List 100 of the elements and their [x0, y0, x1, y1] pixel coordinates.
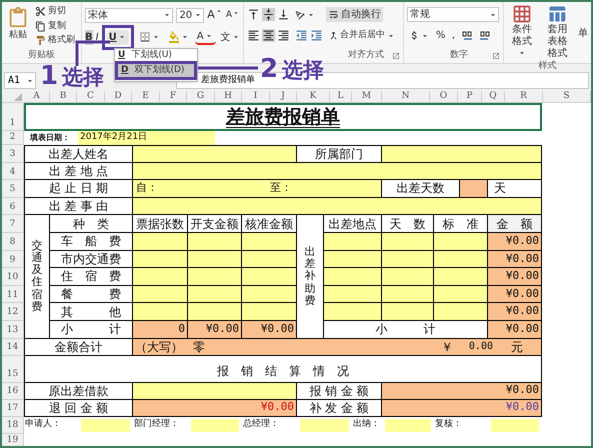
paste-button[interactable]: 粘贴: [5, 5, 31, 49]
table-cell: ¥0.00: [488, 286, 542, 304]
column-header[interactable]: N: [382, 91, 430, 102]
column-header[interactable]: Q: [482, 91, 505, 102]
signature-field: [300, 418, 349, 432]
row-header[interactable]: 18: [2, 416, 24, 434]
signature-label: 申请人：: [24, 418, 62, 432]
button-label: 表格格式: [546, 36, 568, 60]
percent-button[interactable]: %: [436, 28, 446, 43]
clipboard-icon: [7, 7, 29, 29]
grow-font-button[interactable]: A: [207, 7, 223, 24]
row-header[interactable]: 12: [2, 303, 24, 321]
row-header[interactable]: 7: [2, 215, 24, 233]
underline-button[interactable]: U: [106, 30, 129, 44]
signature-label: 总经理：: [242, 418, 280, 432]
phonetic-button[interactable]: 文: [218, 30, 243, 44]
row-header[interactable]: 5: [2, 180, 24, 198]
shrink-font-button[interactable]: A: [226, 8, 240, 22]
dialog-launcher-icon[interactable]: [492, 52, 500, 60]
column-header[interactable]: I: [242, 91, 270, 102]
row-header[interactable]: 4: [2, 162, 24, 180]
table-cell: ¥0.00: [188, 320, 242, 339]
format-painter-button[interactable]: 格式刷: [35, 34, 75, 48]
increase-decimal-icon[interactable]: [462, 30, 474, 41]
wrap-icon: [328, 9, 339, 20]
indent-decrease-icon[interactable]: [295, 29, 308, 42]
conditional-format-button[interactable]: 条件格式: [507, 4, 536, 60]
column-header[interactable]: G: [187, 91, 215, 102]
italic-button[interactable]: I: [96, 30, 99, 44]
dialog-launcher-icon[interactable]: [392, 52, 400, 60]
indent-increase-icon[interactable]: [310, 29, 323, 42]
name-box[interactable]: A1: [4, 72, 36, 89]
row-header[interactable]: 6: [2, 198, 24, 216]
align-left-icon[interactable]: [247, 29, 260, 42]
table-cell: 0: [133, 320, 188, 339]
row-header[interactable]: 19: [2, 434, 24, 446]
cut-button[interactable]: 剪切: [35, 5, 75, 18]
row-header[interactable]: 15: [2, 356, 24, 383]
menu-item[interactable]: U 下划线(U): [115, 50, 197, 61]
row-header[interactable]: 10: [2, 268, 24, 286]
button-label: 套用: [547, 24, 568, 36]
sheet-title: 差旅费报销单: [226, 105, 340, 129]
signature-label: 出纳：: [352, 418, 381, 432]
column-header[interactable]: E: [132, 91, 160, 102]
copy-button[interactable]: 复制: [35, 20, 75, 33]
cell-reference: A1: [8, 74, 20, 88]
column-header[interactable]: C: [77, 91, 105, 102]
input-cell: [242, 286, 297, 304]
align-top-icon[interactable]: [247, 8, 260, 21]
align-right-icon[interactable]: [277, 29, 290, 42]
row-header[interactable]: 17: [2, 400, 24, 417]
column-header[interactable]: M: [352, 91, 382, 102]
column-heading: 种 类: [50, 215, 133, 233]
angled-text-icon: [294, 8, 306, 20]
input-cell: [242, 303, 297, 321]
row-header[interactable]: 13: [2, 320, 24, 339]
row-header[interactable]: 8: [2, 232, 24, 251]
column-header[interactable]: A: [24, 91, 50, 102]
row-header[interactable]: 14: [2, 338, 24, 356]
row-header[interactable]: 2: [2, 131, 24, 145]
row-header[interactable]: 3: [2, 145, 24, 163]
input-cell: [133, 232, 188, 251]
row-header[interactable]: 11: [2, 286, 24, 304]
column-header[interactable]: H: [215, 91, 242, 102]
cell-styles-button[interactable]: 单: [578, 26, 588, 41]
input-cell: [188, 303, 242, 321]
column-header[interactable]: R: [505, 91, 543, 102]
column-header[interactable]: F: [160, 91, 187, 102]
column-header[interactable]: P: [458, 91, 482, 102]
align-middle-icon[interactable]: [262, 8, 275, 21]
row-header[interactable]: 9: [2, 250, 24, 268]
decrease-decimal-icon[interactable]: [478, 30, 490, 41]
column-header[interactable]: K: [297, 91, 330, 102]
number-format-field[interactable]: 常规: [407, 7, 499, 22]
column-header[interactable]: D: [105, 91, 132, 102]
copy-icon: [35, 20, 46, 32]
from-label: 自：: [136, 180, 159, 196]
table-cell: ¥0.00: [133, 400, 297, 417]
merge-center-button[interactable]: 合并后居中: [327, 28, 397, 43]
paint-bucket-icon: [168, 31, 180, 43]
menu-item-label: 下划线(U): [131, 48, 172, 62]
comma-button[interactable]: ,: [450, 28, 458, 43]
font-name-field[interactable]: 宋体: [85, 8, 174, 23]
column-header[interactable]: O: [430, 91, 458, 102]
column-header[interactable]: S: [543, 91, 591, 102]
menu-item[interactable]: D 双下划线(D): [115, 61, 197, 80]
column-header[interactable]: J: [270, 91, 297, 102]
font-size-field[interactable]: 20: [176, 8, 204, 23]
row-header[interactable]: 1: [2, 103, 24, 131]
input-cell: [460, 180, 488, 198]
table-format-button[interactable]: 套用 表格格式: [542, 4, 572, 60]
wrap-text-button[interactable]: 自动换行: [326, 7, 383, 22]
align-bottom-icon[interactable]: [277, 8, 290, 21]
column-header[interactable]: L: [330, 91, 352, 102]
row-header[interactable]: 16: [2, 382, 24, 400]
align-center-icon[interactable]: [262, 29, 275, 42]
column-header[interactable]: B: [50, 91, 77, 102]
table-cell: ¥0.00: [382, 400, 542, 417]
signature-field: [81, 418, 130, 432]
font-color-button[interactable]: A: [194, 30, 216, 44]
